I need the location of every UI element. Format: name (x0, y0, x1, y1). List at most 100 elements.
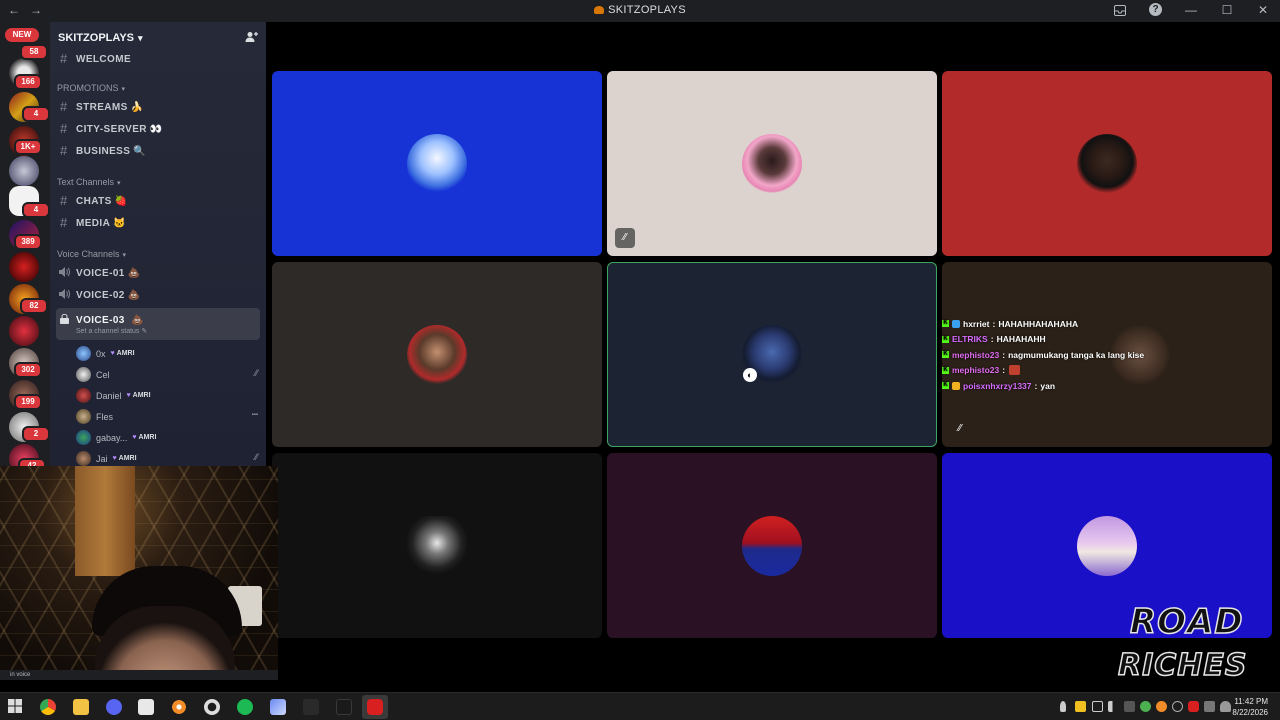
app-root: ← → SKITZOPLAYS ? — ☐ ✕ NEW 58 166 4 1K+… (0, 0, 1280, 720)
channel-label: VOICE-02 (76, 289, 125, 301)
voice-channel-02[interactable]: VOICE-02 💩 (56, 284, 260, 306)
cloud-icon[interactable] (1220, 701, 1231, 712)
channel-label: MEDIA (76, 217, 111, 229)
category-text-channels[interactable]: Text Channels ▾ (50, 168, 266, 190)
spotify-icon[interactable] (237, 699, 253, 715)
chat-separator: : (990, 334, 994, 345)
chat-text: nagmumukang tanga ka lang kise (1008, 349, 1145, 360)
server-badge: 4 (22, 202, 50, 218)
channel-status-prompt[interactable]: Set a channel status ✎ (76, 327, 147, 335)
voice-user[interactable]: Cel ⁄⁄ (76, 364, 266, 385)
chevron-down-icon: ▾ (117, 180, 121, 187)
windows-start-icon[interactable] (8, 699, 24, 715)
window-controls: ? — ☐ ✕ (1113, 3, 1270, 17)
file-explorer-icon[interactable] (73, 699, 89, 715)
chat-message: K mephisto23 : (942, 363, 1202, 379)
discord-icon[interactable] (106, 699, 122, 715)
voice-user-name: 0x (96, 348, 106, 359)
server-icon[interactable] (9, 316, 39, 346)
video-tile[interactable] (272, 453, 602, 638)
kick-icon: K (942, 351, 949, 359)
video-tile[interactable] (272, 262, 602, 447)
youtube-icon[interactable] (367, 699, 383, 715)
channel-emoji: 💩 (127, 289, 141, 301)
tray-app-icon[interactable] (1188, 701, 1199, 712)
avatar (407, 515, 467, 576)
category-label: Text Channels (57, 177, 115, 187)
video-tile[interactable] (942, 71, 1272, 256)
voice-user[interactable]: Daniel ♥ AMRI (76, 385, 266, 406)
hash-icon: # (60, 51, 68, 66)
tray-app-icon[interactable] (1172, 701, 1183, 712)
chat-username: mephisto23 (952, 349, 1000, 360)
webcam-door (75, 466, 135, 576)
server-name: SKITZOPLAYS (58, 32, 134, 44)
avatar (742, 515, 802, 576)
channel-welcome[interactable]: # WELCOME (56, 48, 260, 70)
close-button[interactable]: ✕ (1256, 3, 1270, 17)
video-tile[interactable] (607, 453, 937, 638)
tray-app-icon[interactable] (1124, 701, 1135, 712)
category-promotions[interactable]: PROMOTIONS ▾ (50, 74, 266, 96)
chat-message: K mephisto23 : nagmumukang tanga ka lang… (942, 347, 1202, 363)
voice-user-name: Cel (96, 369, 110, 380)
category-voice-channels[interactable]: Voice Channels ▾ (50, 240, 266, 262)
maximize-button[interactable]: ☐ (1220, 3, 1234, 17)
new-badge[interactable]: NEW (5, 28, 39, 42)
channel-media[interactable]: # MEDIA 🐱 (56, 212, 260, 234)
voice-channel-01[interactable]: VOICE-01 💩 (56, 262, 260, 284)
server-tag-label: AMRI (116, 350, 135, 357)
voice-channel-03-active[interactable]: VOICE-03 💩 Set a channel status ✎ (56, 308, 260, 340)
title-bar: ← → SKITZOPLAYS ? — ☐ ✕ (0, 0, 1280, 22)
notepad-icon[interactable] (138, 699, 154, 715)
avatar (407, 133, 467, 194)
channel-chats[interactable]: # CHATS 🍓 (56, 190, 260, 212)
server-badge: 166 (14, 74, 42, 90)
tray-app-icon[interactable] (1140, 701, 1151, 712)
chrome-icon[interactable] (40, 699, 56, 715)
app-icon[interactable] (336, 699, 352, 715)
chat-separator: : (1002, 349, 1006, 360)
channel-city-server[interactable]: # CITY-SERVER 👀 (56, 118, 260, 140)
voice-user[interactable]: gabay... ♥ AMRI (76, 427, 266, 448)
tray-app-icon[interactable] (1075, 701, 1086, 712)
microphone-icon[interactable] (1060, 701, 1066, 712)
minimize-button[interactable]: — (1184, 3, 1198, 17)
app-icon[interactable] (303, 699, 319, 715)
timer-icon: ◐ (743, 368, 757, 382)
video-tile[interactable]: ⁄⁄ (607, 71, 937, 256)
hash-icon: # (60, 99, 68, 114)
volume-icon[interactable] (1108, 701, 1119, 712)
server-icon[interactable] (9, 252, 39, 282)
channel-emoji: 🐱 (113, 217, 127, 229)
avatar (76, 346, 91, 361)
invite-people-icon[interactable] (245, 31, 258, 46)
server-icon[interactable] (9, 156, 39, 186)
system-clock[interactable]: 11:42 PM 8/22/2026 (1232, 696, 1268, 718)
tray-app-icon[interactable] (1156, 701, 1167, 712)
channel-business[interactable]: # BUSINESS 🔍 (56, 140, 260, 162)
channel-label: CITY-SERVER (76, 123, 147, 135)
inbox-icon[interactable] (1113, 3, 1127, 17)
voice-user-name: Jai (96, 453, 108, 464)
tray-app-icon[interactable] (1092, 701, 1103, 712)
hash-icon: # (60, 193, 68, 208)
video-tile-speaking[interactable] (607, 262, 937, 447)
server-badge: 2 (22, 426, 50, 442)
channel-streams[interactable]: # STREAMS 🍌 (56, 96, 260, 118)
obs-icon[interactable] (204, 699, 220, 715)
chat-message: K hxrriet : HAHAHHAHAHAHA (942, 316, 1202, 332)
tray-app-icon[interactable] (1204, 701, 1215, 712)
hash-icon: # (60, 121, 68, 136)
video-tile[interactable] (272, 71, 602, 256)
help-icon[interactable]: ? (1149, 3, 1162, 16)
heart-icon: ♥ (110, 350, 115, 357)
avatar (407, 324, 467, 385)
voice-user[interactable]: 0x ♥ AMRI (76, 343, 266, 364)
server-badge: 389 (14, 234, 42, 250)
app-icon[interactable] (270, 699, 286, 715)
kick-icon: K (942, 366, 949, 374)
voice-user[interactable]: Fles ▪▪▪ (76, 406, 266, 427)
browser-icon[interactable] (171, 699, 187, 715)
heart-icon: ♥ (126, 392, 131, 399)
